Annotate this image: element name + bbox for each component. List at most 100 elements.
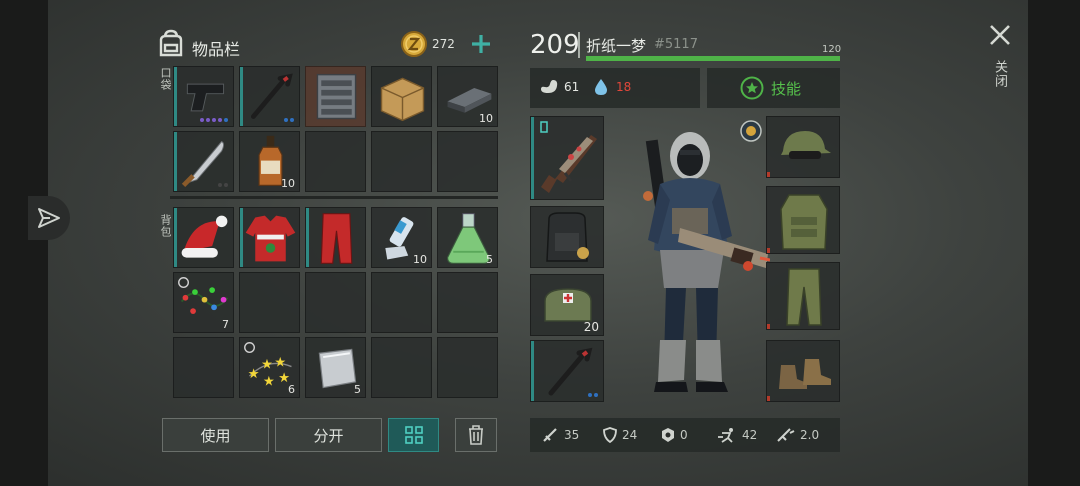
pockets-slot[interactable] (371, 66, 432, 127)
head-slot[interactable] (766, 116, 840, 178)
hazard-value: 0 (680, 428, 688, 442)
red-pants-icon (320, 213, 353, 264)
pockets-slot[interactable] (239, 66, 300, 127)
movement-stat: 42 (716, 427, 757, 443)
christmas-sweater-icon (245, 215, 296, 262)
svg-text:★: ★ (263, 375, 275, 390)
backpack-slot[interactable]: 7 (173, 272, 234, 333)
item-count: 7 (222, 318, 229, 331)
pocket-divider (170, 196, 498, 199)
close-icon[interactable] (988, 23, 1012, 47)
use-button[interactable]: 使用 (162, 418, 269, 452)
pockets-slot[interactable]: 10 (239, 131, 300, 192)
shield-icon (603, 427, 617, 443)
quality-dots (200, 118, 228, 122)
food-value: 61 (564, 80, 580, 94)
boots-icon (779, 359, 831, 389)
xp-bar (586, 56, 840, 61)
backpack-slot[interactable] (173, 337, 234, 398)
cardboard-box-icon (380, 77, 425, 122)
pockets-slot[interactable]: 10 (437, 66, 498, 127)
player-name: 折纸一梦 (586, 37, 647, 55)
coin-count: 272 (432, 37, 455, 51)
running-icon (718, 428, 733, 443)
backpack-slot[interactable] (437, 337, 498, 398)
svg-text:★: ★ (274, 356, 286, 371)
pockets-slot[interactable] (371, 131, 432, 192)
speed-value: 2.0 (800, 428, 820, 442)
slot-badge-icon (540, 121, 548, 133)
xp-label: 120 (822, 44, 842, 55)
item-count: 10 (281, 177, 295, 190)
clan-badge-icon (740, 120, 762, 142)
item-count: 10 (479, 112, 493, 125)
backpack-slot[interactable]: 5 (437, 207, 498, 268)
pockets-slot[interactable] (305, 131, 366, 192)
attack-value: 35 (564, 428, 580, 442)
speed-stat: 2.0 (776, 427, 819, 443)
backpack-slot[interactable] (437, 272, 498, 333)
name-separator (578, 32, 580, 58)
svg-text:★: ★ (261, 358, 273, 373)
backpack-slot[interactable] (371, 272, 432, 333)
durability-mark (767, 172, 770, 177)
attack-stat: 35 (542, 427, 579, 443)
add-coins-button[interactable] (470, 33, 492, 55)
hazard-stat: 0 (660, 427, 688, 443)
movement-value: 42 (742, 428, 758, 442)
skills-label: 技能 (771, 80, 802, 98)
camo-pants-icon (786, 268, 822, 326)
needs-panel: 61 18 (530, 68, 700, 108)
quality-dots (218, 183, 228, 187)
backpack-icon (159, 29, 183, 57)
sort-grid-button[interactable] (388, 418, 439, 452)
paper-plane-icon (38, 208, 60, 228)
left-edge (0, 0, 48, 486)
backpack-slot[interactable] (305, 272, 366, 333)
water-drop-icon (595, 79, 607, 95)
backpack-slot[interactable]: 5 (305, 337, 366, 398)
durability-mark (767, 324, 770, 329)
backpack-slot[interactable] (239, 272, 300, 333)
legs-slot[interactable] (766, 262, 840, 330)
sword-icon (543, 428, 557, 442)
medkit-slot[interactable]: 20 (530, 274, 604, 336)
primary-weapon-slot[interactable] (530, 116, 604, 200)
body-slot[interactable] (766, 186, 840, 254)
backpack-slot[interactable]: 10 (371, 207, 432, 268)
stomach-icon (541, 80, 558, 93)
backpack-slot[interactable] (371, 337, 432, 398)
xp-bar-fill (586, 56, 840, 61)
inventory-title: 物品栏 (192, 40, 241, 59)
share-side-button[interactable] (28, 196, 70, 240)
close-label[interactable]: 关闭 (990, 60, 1009, 88)
backpack-label: 背包 (159, 214, 172, 238)
backpack-slot[interactable]: ★ ★ ★ ★ ★ 6 (239, 337, 300, 398)
melee-weapon-slot[interactable] (530, 340, 604, 402)
item-count: 5 (486, 253, 493, 266)
trash-button[interactable] (455, 418, 497, 452)
backpack-slot[interactable] (239, 207, 300, 268)
water-value: 18 (616, 80, 632, 94)
backpack-slot[interactable] (173, 207, 234, 268)
item-count: 10 (413, 253, 427, 266)
pockets-slot[interactable] (173, 131, 234, 192)
trash-icon (469, 425, 483, 445)
split-button[interactable]: 分开 (275, 418, 382, 452)
character-model (643, 132, 770, 392)
pockets-slot[interactable] (437, 131, 498, 192)
medkit-count: 20 (583, 320, 599, 334)
pockets-slot[interactable] (305, 66, 366, 127)
backpack-slot[interactable] (530, 206, 604, 268)
pockets-slot[interactable] (173, 66, 234, 127)
game-screen: 物品栏 272 口袋 背包 10 10 10 5 7 ★ ★ ★ ★ ★ 6 5 使用 分开 209… (0, 0, 1080, 486)
backpack-slot[interactable] (305, 207, 366, 268)
player-tag: #5117 (654, 37, 698, 52)
right-edge (1028, 0, 1080, 486)
feet-slot[interactable] (766, 340, 840, 402)
skills-button[interactable]: 技能 (707, 68, 840, 108)
speed-icon (777, 428, 795, 442)
durability-mark (767, 396, 770, 401)
hazard-icon (662, 428, 674, 442)
durability-mark (767, 248, 770, 253)
